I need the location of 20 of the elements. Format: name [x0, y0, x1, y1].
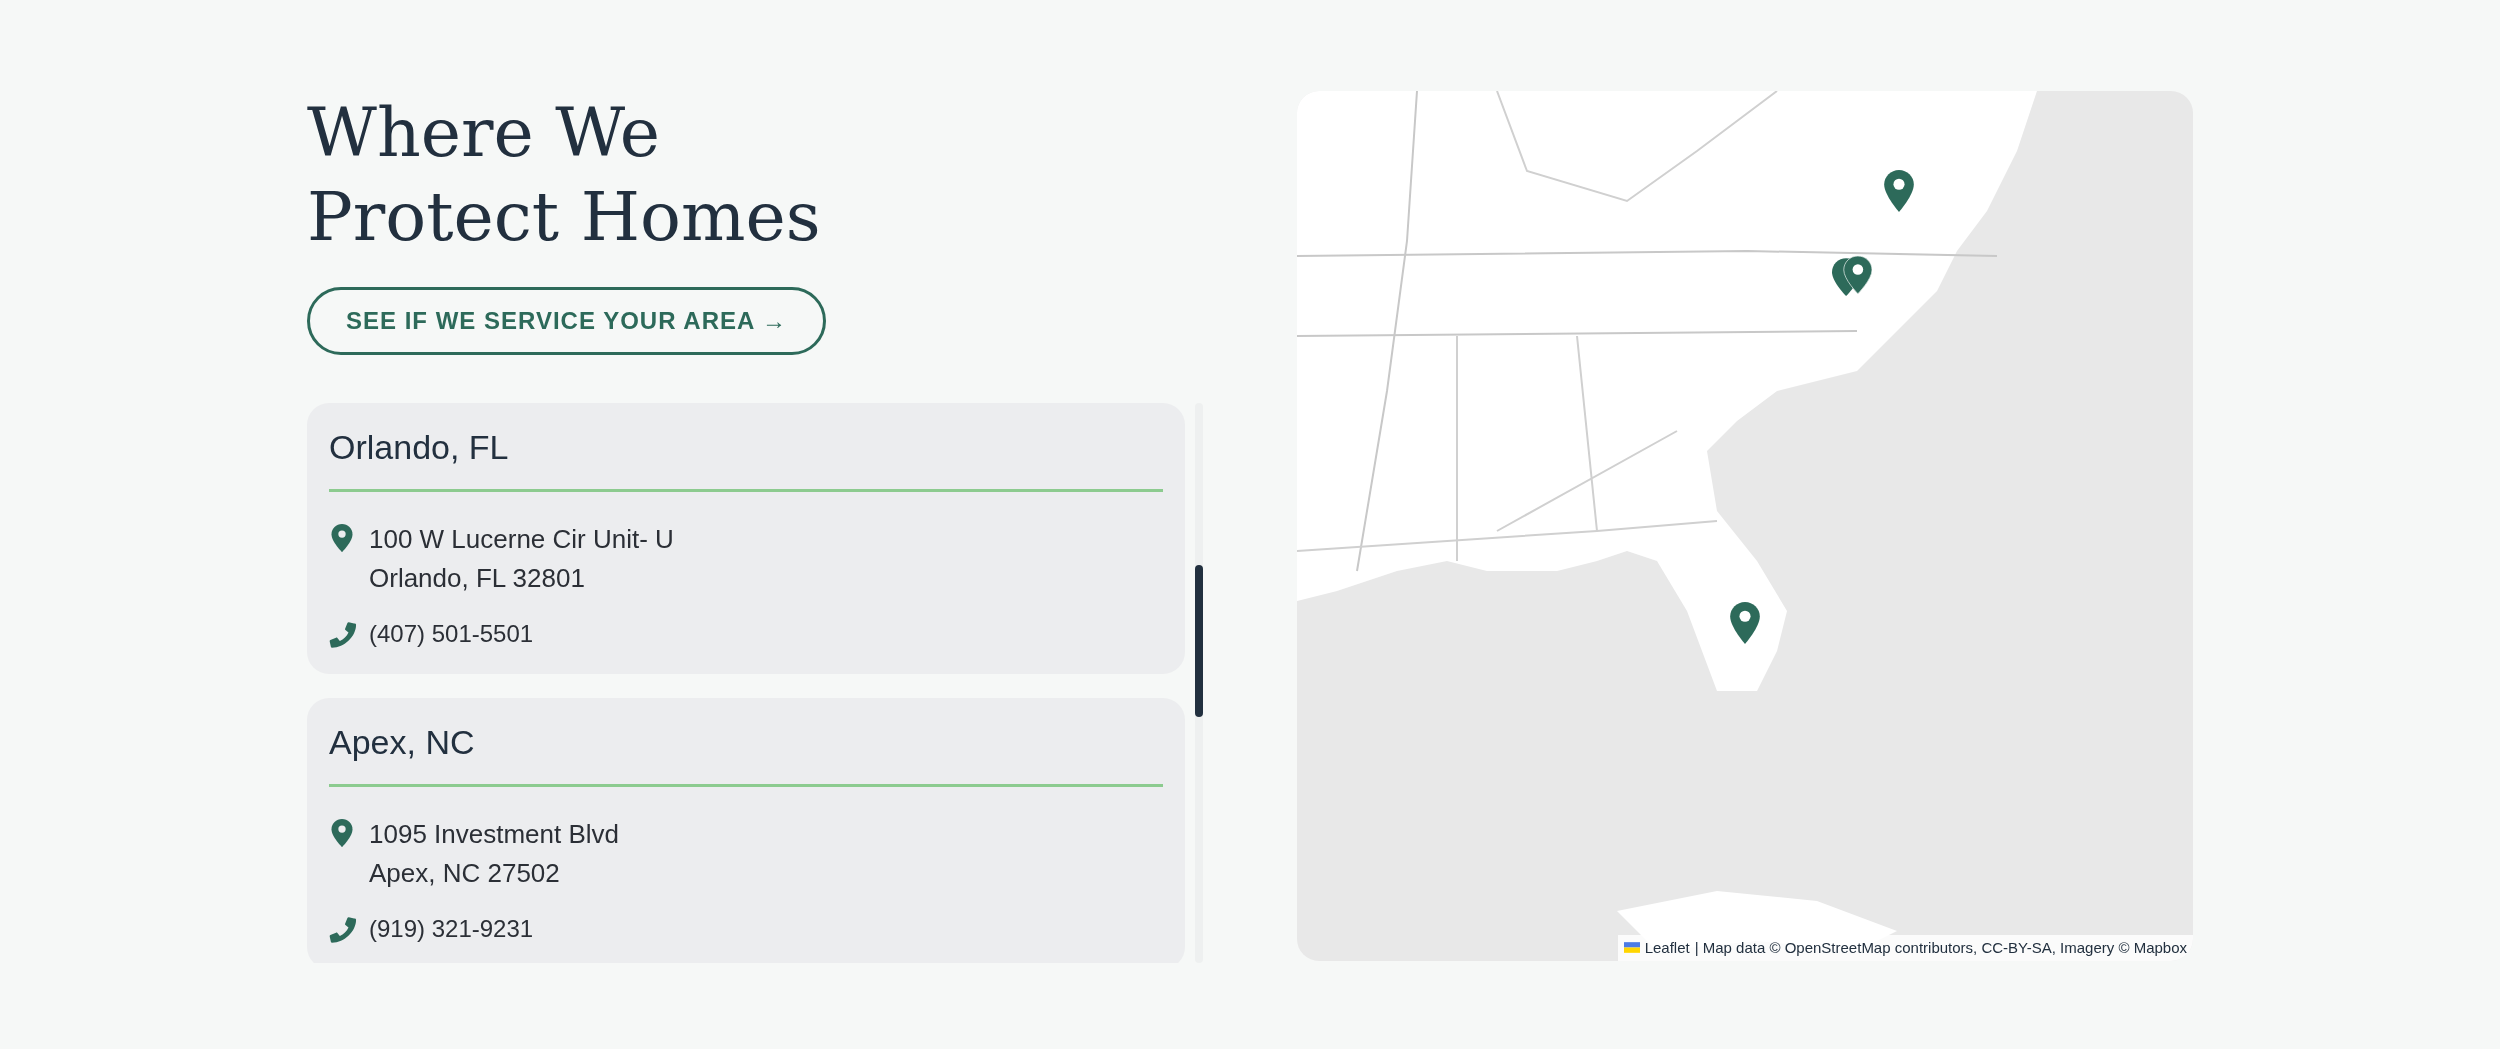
city-name: Apex, NC — [329, 722, 476, 763]
address-text: 100 W Lucerne Cir Unit- U Orlando, FL 32801 — [369, 523, 674, 595]
phone-icon — [329, 620, 357, 648]
map-pin-icon — [331, 524, 353, 552]
attribution-text: | Map data © OpenStreetMap contributors, CC-BY-SA, Imagery © Mapbox — [1694, 937, 2187, 958]
map-pin-icon — [331, 819, 353, 847]
scrollbar-thumb[interactable] — [1195, 565, 1203, 717]
map[interactable]: Leaflet | Map data © OpenStreetMap contributors, CC-BY-SA, Imagery © Mapbox — [1297, 91, 2193, 961]
phone-number: (407) 501-5501 — [369, 619, 534, 649]
address-text: 1095 Investment Blvd Apex, NC 27502 — [369, 818, 620, 890]
map-marker[interactable] — [1730, 602, 1760, 644]
city-name: Orlando, FL — [329, 427, 510, 468]
leaflet-link[interactable]: Leaflet — [1644, 936, 1690, 959]
phone-icon — [329, 915, 357, 943]
service-area-button[interactable]: SEE IF WE SERVICE YOUR AREA → — [307, 287, 827, 355]
map-marker[interactable] — [1884, 170, 1914, 212]
flag-icon — [1623, 942, 1640, 954]
section-heading: Where We Protect Homes — [307, 92, 821, 258]
map-marker-cluster[interactable] — [1832, 255, 1872, 297]
phone-number: (919) 321-9231 — [369, 914, 534, 944]
